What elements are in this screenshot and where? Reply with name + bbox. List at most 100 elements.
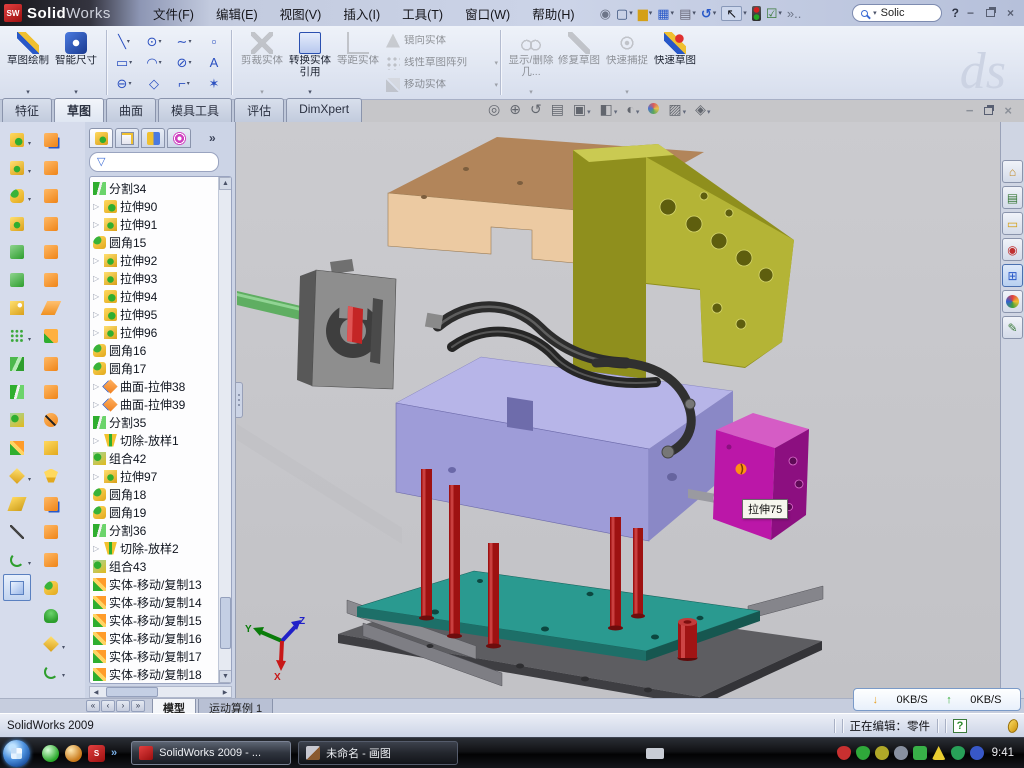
command-tab[interactable]: 曲面 [106, 98, 156, 122]
toolbar-button[interactable]: ▾ [37, 210, 65, 237]
dropdown-caret-icon[interactable]: ▾ [636, 109, 640, 116]
command-tab[interactable]: 模具工具 [158, 98, 232, 122]
tree-item[interactable]: ▷ 切除-放样1 [90, 431, 218, 449]
more-tabs-icon[interactable]: » [209, 131, 216, 145]
tray-icon[interactable] [913, 746, 927, 760]
command-tab[interactable]: 特征 [2, 98, 52, 122]
dropdown-caret-icon[interactable]: ▾ [28, 196, 31, 203]
heads-up-button[interactable]: ◐▾ [626, 102, 639, 116]
task-pane-tab[interactable]: ◉ [1002, 238, 1023, 261]
toolbar-button[interactable]: ▾ [3, 266, 31, 293]
dropdown-caret-icon[interactable]: ▾ [587, 109, 591, 116]
dropdown-caret-icon[interactable]: ▾ [692, 9, 696, 17]
tab-nav-button[interactable]: » [131, 700, 145, 712]
dropdown-caret-icon[interactable]: ▾ [713, 9, 717, 17]
dropdown-caret-icon[interactable]: ▾ [529, 88, 533, 96]
heads-up-button[interactable]: ◈▾ [695, 102, 710, 116]
sketch-entity-button[interactable]: ⊘ ▾ [169, 52, 199, 73]
expand-arrow-icon[interactable]: ▷ [93, 220, 101, 229]
dropdown-caret-icon[interactable]: ▾ [671, 9, 675, 17]
scroll-down-icon[interactable]: ▼ [219, 670, 232, 683]
task-pane-tab[interactable]: ⌂ [1002, 160, 1023, 183]
tree-item[interactable]: ▷ 实体-移动/复制15 [90, 611, 218, 629]
start-button[interactable] [3, 740, 30, 767]
command-button[interactable]: 等距实体 ▾ [334, 29, 382, 96]
dropdown-caret-icon[interactable]: ▾ [778, 9, 782, 17]
quick-launch-icon[interactable]: S [88, 745, 105, 762]
help-button[interactable]: ? [952, 6, 959, 20]
toolbar-button[interactable]: ▾ [37, 658, 65, 685]
toolbar-button[interactable]: ▾ [3, 126, 31, 153]
toolbar-button[interactable]: ▾ [3, 154, 31, 181]
command-tab[interactable]: 评估 [234, 98, 284, 122]
manager-tab[interactable] [167, 128, 191, 148]
heads-up-button[interactable]: ⊕▾ [509, 102, 521, 116]
expand-arrow-icon[interactable]: ▷ [93, 436, 101, 445]
dropdown-caret-icon[interactable]: ▾ [62, 672, 65, 679]
sketch-entity-button[interactable]: ▭ ▾ [109, 52, 139, 73]
doc-close-button[interactable]: × [1004, 103, 1012, 118]
toolbar-button[interactable]: ▾ [37, 630, 65, 657]
tree-item[interactable]: ▷ 曲面-拉伸39 [90, 395, 218, 413]
sketch-entity-button[interactable]: ▫ ▾ [199, 31, 229, 52]
toolbar-button[interactable]: ▾ [3, 294, 31, 321]
tree-item[interactable]: ▷ 切除-放样2 [90, 539, 218, 557]
tree-item[interactable]: ▷ 实体-移动/复制13 [90, 575, 218, 593]
tree-item[interactable]: ▷ 分割34 [90, 179, 218, 197]
toolbar-button[interactable]: ↖ ▾ [719, 3, 748, 23]
heads-up-button[interactable]: ◎▾ [488, 102, 500, 116]
toolbar-button[interactable]: ▆ ▾ [636, 3, 655, 23]
tray-icon[interactable] [646, 748, 664, 759]
toolbar-button[interactable]: ◉ ▾ [598, 3, 613, 23]
scrollbar-thumb[interactable] [106, 687, 158, 697]
dropdown-caret-icon[interactable]: ▾ [683, 109, 687, 116]
sketch-entity-button[interactable]: ⊖ ▾ [109, 73, 139, 94]
quick-launch-icon[interactable] [65, 745, 82, 762]
dropdown-caret-icon[interactable]: ▾ [308, 88, 312, 96]
toolbar-button[interactable]: ▤ ▾ [677, 3, 698, 23]
tree-vertical-scrollbar[interactable]: ▲ ▼ [218, 177, 231, 683]
expand-arrow-icon[interactable]: ▷ [93, 472, 101, 481]
quick-launch-icon[interactable]: » [111, 747, 117, 759]
command-tab[interactable]: 草图 [54, 98, 104, 122]
manager-tab[interactable] [89, 128, 113, 148]
toolbar-button[interactable]: ▾ [37, 602, 65, 629]
dropdown-caret-icon[interactable]: ▾ [28, 140, 31, 147]
toolbar-button[interactable]: ▾ [3, 462, 31, 489]
toolbar-button[interactable]: ».. ▾ [785, 3, 803, 23]
dropdown-caret-icon[interactable]: ▾ [494, 81, 498, 89]
toolbar-button[interactable]: ▾ [37, 518, 65, 545]
tree-filter[interactable]: ▽ [89, 152, 219, 172]
expand-arrow-icon[interactable]: ▷ [93, 310, 101, 319]
toolbar-button[interactable]: ▾ [3, 238, 31, 265]
network-speed-widget[interactable]: ↓ 0KB/S ↑ 0KB/S [853, 688, 1021, 711]
toolbar-button[interactable]: ▾ [3, 210, 31, 237]
toolbar-button[interactable]: ▾ [37, 378, 65, 405]
heads-up-button[interactable]: ▤▾ [551, 102, 564, 116]
toolbar-button[interactable]: ▾ [3, 546, 31, 573]
dropdown-caret-icon[interactable]: ▾ [629, 9, 633, 17]
toolbar-button[interactable]: ▾ [3, 490, 31, 517]
tree-item[interactable]: ▷ 圆角16 [90, 341, 218, 359]
dropdown-caret-icon[interactable]: ▾ [187, 80, 190, 87]
sketch-entity-button[interactable]: ✶ ▾ [199, 73, 229, 94]
expand-arrow-icon[interactable]: ▷ [93, 544, 101, 553]
dropdown-caret-icon[interactable]: ▾ [188, 38, 191, 45]
tree-item[interactable]: ▷ 圆角18 [90, 485, 218, 503]
dropdown-caret-icon[interactable]: ▾ [260, 88, 264, 96]
toolbar-button[interactable]: ▾ [3, 574, 31, 601]
heads-up-button[interactable]: ▾ [648, 102, 659, 116]
heads-up-button[interactable]: ▣▾ [573, 102, 591, 116]
command-button[interactable]: 修复草图 ▾ [555, 29, 603, 96]
toolbar-button[interactable]: ▢ ▾ [614, 3, 635, 23]
manager-tab[interactable] [141, 128, 165, 148]
task-pane-tab[interactable]: ⊞ [1002, 264, 1023, 287]
toolbar-button[interactable]: ☑ ▾ [764, 3, 784, 23]
sketch-entity-button[interactable]: ∼ ▾ [169, 31, 199, 52]
command-button[interactable]: 剪裁实体 ▾ [238, 29, 286, 96]
toolbar-button[interactable]: ▾ [37, 322, 65, 349]
menu-item[interactable]: 文件(F) [144, 1, 203, 26]
toolbar-button[interactable]: ▾ [37, 406, 65, 433]
tree-item[interactable]: ▷ 实体-移动/复制17 [90, 647, 218, 665]
tab-nav-button[interactable]: ‹ [101, 700, 115, 712]
